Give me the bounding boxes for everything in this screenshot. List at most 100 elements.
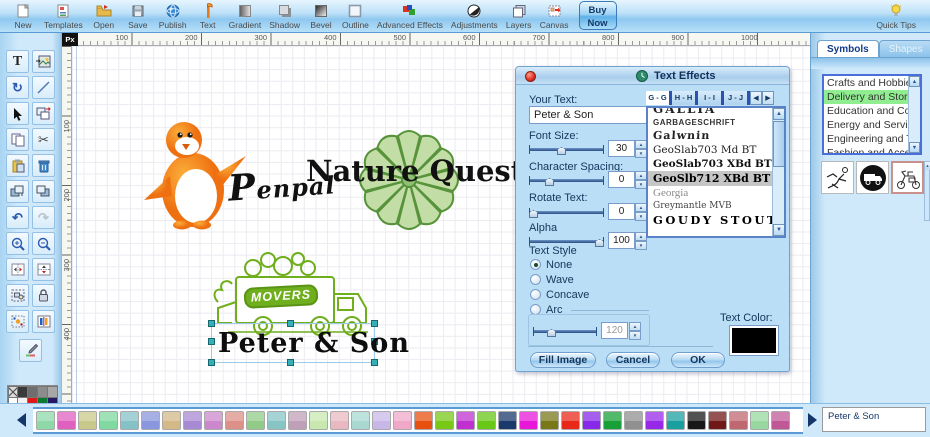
templates-button[interactable]: Templates xyxy=(40,1,87,32)
delete-tool[interactable] xyxy=(32,154,55,177)
color-swatch[interactable] xyxy=(351,411,370,430)
color-swatch[interactable] xyxy=(645,411,664,430)
selected-text-object[interactable]: Peter & Son xyxy=(218,328,410,359)
truck-badge-symbol[interactable] xyxy=(856,161,889,194)
selection-handle-w[interactable] xyxy=(208,338,215,345)
adjustments-button[interactable]: Adjustments xyxy=(447,1,502,32)
selection-handle-s[interactable] xyxy=(287,359,294,366)
color-swatch[interactable] xyxy=(582,411,601,430)
font-list-item[interactable]: Galwnin xyxy=(647,128,772,143)
font-tab-i[interactable]: I - I xyxy=(698,91,724,105)
selection-handle-nw[interactable] xyxy=(208,320,215,327)
publish-button[interactable]: Publish xyxy=(155,1,191,32)
font-list-scrollbar[interactable]: ▲ ▼ xyxy=(772,108,784,236)
zoom-in-tool[interactable] xyxy=(6,232,29,255)
new-button[interactable]: New xyxy=(6,1,40,32)
undo-tool[interactable]: ↶ xyxy=(6,206,29,229)
color-swatch[interactable] xyxy=(414,411,433,430)
color-swatch[interactable] xyxy=(498,411,517,430)
text-tool[interactable]: T xyxy=(6,50,29,73)
character-spacing-value[interactable]: 0 xyxy=(608,171,635,188)
close-icon[interactable] xyxy=(525,71,536,82)
font-list[interactable]: GALLIA GARBAGESCHRIFT Galwnin GeoSlab703… xyxy=(646,106,786,238)
tab-shapes[interactable]: Shapes xyxy=(879,40,930,57)
color-swatch[interactable] xyxy=(393,411,412,430)
text-style-concave-radio[interactable] xyxy=(530,289,541,300)
color-swatch[interactable] xyxy=(477,411,496,430)
color-swatch[interactable] xyxy=(183,411,202,430)
symbols-scrollbar[interactable]: ▲ xyxy=(924,161,930,221)
distribute-objects-tool[interactable] xyxy=(32,310,55,333)
color-swatch[interactable] xyxy=(624,411,643,430)
arc-size-value[interactable]: 120 xyxy=(601,322,628,339)
category-item[interactable]: Energy and Services xyxy=(824,118,908,132)
font-list-item[interactable]: GARBAGESCHRIFT xyxy=(648,117,772,128)
color-swatch[interactable] xyxy=(141,411,160,430)
outline-button[interactable]: Outline xyxy=(338,1,373,32)
color-swatch[interactable] xyxy=(99,411,118,430)
font-list-item[interactable]: GOUDY STOUT xyxy=(648,212,772,228)
rotate-tool[interactable]: ↻ xyxy=(6,76,29,99)
gradient-button[interactable]: Gradient xyxy=(225,1,266,32)
color-swatch[interactable] xyxy=(540,411,559,430)
color-swatch[interactable] xyxy=(729,411,748,430)
select-tool[interactable] xyxy=(6,102,29,125)
cancel-button[interactable]: Cancel xyxy=(606,352,660,368)
scooter-delivery-symbol[interactable] xyxy=(891,161,924,194)
font-tabs-next-icon[interactable]: ▶ xyxy=(762,91,774,105)
color-swatch[interactable] xyxy=(750,411,769,430)
group-tool[interactable] xyxy=(6,284,29,307)
movers-badge[interactable]: MOVERS xyxy=(244,284,319,309)
color-swatch[interactable] xyxy=(561,411,580,430)
cut-tool[interactable]: ✂ xyxy=(32,128,55,151)
rotate-text-value[interactable]: 0 xyxy=(608,203,635,220)
color-swatch[interactable] xyxy=(309,411,328,430)
color-swatch[interactable] xyxy=(666,411,685,430)
text-style-none-radio[interactable] xyxy=(530,259,541,270)
selection-handle-se[interactable] xyxy=(371,359,378,366)
color-swatch[interactable] xyxy=(435,411,454,430)
copy-tool[interactable] xyxy=(6,128,29,151)
dialog-title-bar[interactable]: Text Effects xyxy=(516,67,789,85)
save-button[interactable]: Save xyxy=(121,1,155,32)
color-swatch[interactable] xyxy=(120,411,139,430)
selection-handle-sw[interactable] xyxy=(208,359,215,366)
ok-button[interactable]: OK xyxy=(671,352,725,368)
color-swatch[interactable] xyxy=(267,411,286,430)
send-backward-tool[interactable] xyxy=(32,180,55,203)
character-spacing-slider[interactable] xyxy=(529,172,604,188)
category-item[interactable]: Fashion and Access xyxy=(824,146,908,155)
font-list-item-selected[interactable]: GeoSlb712 XBd BT xyxy=(648,171,772,186)
nature-quest-logo-text[interactable]: Nature Quest xyxy=(306,154,524,188)
layers-button[interactable]: Layers xyxy=(502,1,536,32)
category-item[interactable]: Crafts and Hobbies xyxy=(824,76,908,90)
scroll-up-icon[interactable]: ▲ xyxy=(773,108,785,120)
paste-tool[interactable] xyxy=(6,154,29,177)
font-tabs-prev-icon[interactable]: ◀ xyxy=(750,91,762,105)
font-list-item[interactable]: GeoSlab703 Md BT xyxy=(648,143,772,157)
advanced-effects-button[interactable]: Advanced Effects xyxy=(373,1,447,32)
shadow-button[interactable]: Shadow xyxy=(265,1,304,32)
color-swatch[interactable] xyxy=(36,411,55,430)
color-swatch[interactable] xyxy=(225,411,244,430)
runner-delivery-symbol[interactable] xyxy=(821,161,854,194)
arc-size-slider[interactable] xyxy=(533,323,597,339)
open-button[interactable]: Open xyxy=(87,1,121,32)
font-tab-g[interactable]: G - G xyxy=(646,91,672,105)
tab-symbols[interactable]: Symbols xyxy=(817,40,879,57)
font-size-value[interactable]: 30 xyxy=(608,140,635,157)
color-swatch[interactable] xyxy=(78,411,97,430)
color-swatch[interactable] xyxy=(246,411,265,430)
lock-tool[interactable] xyxy=(32,284,55,307)
insert-image-tool[interactable] xyxy=(32,50,55,73)
color-swatch[interactable] xyxy=(162,411,181,430)
color-swatch[interactable] xyxy=(708,411,727,430)
arc-size-spinner[interactable]: ▲▼ xyxy=(629,322,641,339)
scroll-up-icon[interactable]: ▲ xyxy=(909,76,920,87)
bring-forward-tool[interactable] xyxy=(6,180,29,203)
selection-handle-ne[interactable] xyxy=(371,320,378,327)
color-swatch[interactable] xyxy=(687,411,706,430)
text-style-wave-radio[interactable] xyxy=(530,274,541,285)
font-tab-j[interactable]: J - J xyxy=(724,91,750,105)
scroll-down-icon[interactable]: ▼ xyxy=(909,142,920,153)
